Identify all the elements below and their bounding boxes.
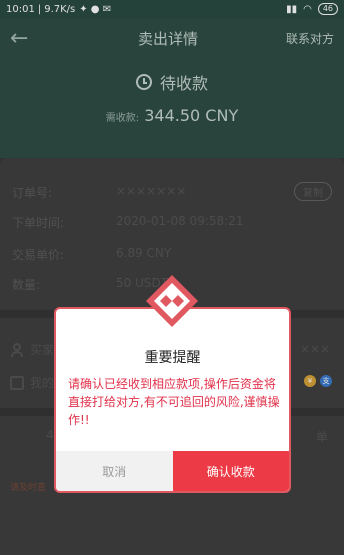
- confirm-dialog: 重要提醒 请确认已经收到相应款项,操作后资金将直接打给对方,有不可追回的风险,谨…: [54, 275, 291, 493]
- dialog-buttons: 取消 确认收款: [56, 451, 289, 491]
- confirm-receipt-button[interactable]: 确认收款: [172, 451, 289, 491]
- app-logo-icon: [144, 273, 200, 329]
- dialog-message: 请确认已经收到相应款项,操作后资金将直接打给对方,有不可追回的风险,谨慎操作!!: [68, 377, 280, 427]
- dialog-title: 重要提醒: [144, 350, 201, 366]
- cancel-button[interactable]: 取消: [56, 451, 173, 491]
